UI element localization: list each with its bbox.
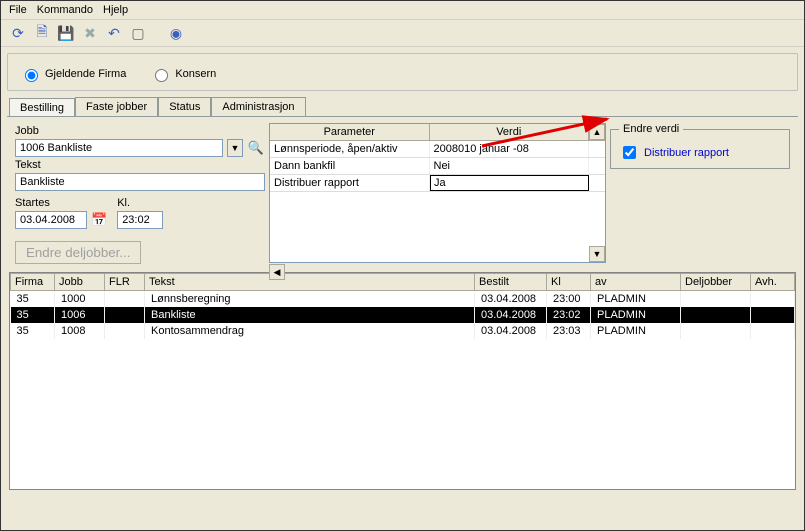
scroll-down-icon[interactable]: ▼ bbox=[589, 246, 605, 262]
table-cell: 1008 bbox=[55, 323, 105, 339]
table-cell bbox=[681, 291, 751, 308]
table-cell: 35 bbox=[11, 307, 55, 323]
grid-empty-area bbox=[10, 339, 795, 489]
table-cell bbox=[751, 323, 795, 339]
document-icon[interactable]: 🗎 bbox=[33, 24, 51, 42]
table-cell bbox=[105, 307, 145, 323]
chevron-down-icon[interactable]: ▼ bbox=[227, 139, 243, 157]
table-cell: PLADMIN bbox=[591, 291, 681, 308]
menu-hjelp[interactable]: Hjelp bbox=[103, 4, 128, 16]
param-cell: Distribuer rapport bbox=[270, 175, 430, 191]
jobs-grid[interactable]: Firma Jobb FLR Tekst Bestilt Kl av Deljo… bbox=[9, 272, 796, 490]
table-cell: 23:03 bbox=[547, 323, 591, 339]
table-cell: PLADMIN bbox=[591, 307, 681, 323]
delete-icon[interactable]: ✖ bbox=[81, 24, 99, 42]
col-firma[interactable]: Firma bbox=[11, 274, 55, 291]
search-icon[interactable]: 🔍 bbox=[247, 139, 265, 157]
menu-kommando[interactable]: Kommando bbox=[37, 4, 93, 16]
table-cell: 03.04.2008 bbox=[475, 307, 547, 323]
table-row[interactable]: 351008 Kontosammendrag03.04.200823:03PLAD… bbox=[11, 323, 795, 339]
distribuer-rapport-checkbox[interactable] bbox=[623, 146, 636, 159]
param-cell: Lønnsperiode, åpen/aktiv bbox=[270, 141, 430, 157]
table-cell bbox=[751, 291, 795, 308]
gjeldende-radio-input[interactable] bbox=[25, 69, 38, 82]
param-value-edit[interactable]: Ja bbox=[430, 175, 589, 191]
gjeldende-firma-radio[interactable]: Gjeldende Firma bbox=[20, 66, 126, 82]
scroll-left-icon[interactable]: ◀ bbox=[269, 264, 285, 280]
menu-file[interactable]: File bbox=[9, 4, 27, 16]
toolbar: ⟳ 🗎 💾 ✖ ↶ ▢ ◉ bbox=[1, 20, 804, 47]
table-cell bbox=[105, 323, 145, 339]
endre-deljobber-button: Endre deljobber... bbox=[15, 241, 141, 264]
tekst-input[interactable] bbox=[15, 173, 265, 191]
konsern-radio[interactable]: Konsern bbox=[150, 66, 216, 82]
table-cell: PLADMIN bbox=[591, 323, 681, 339]
col-bestilt[interactable]: Bestilt bbox=[475, 274, 547, 291]
param-cell: Dann bankfil bbox=[270, 158, 430, 174]
save-icon[interactable]: 💾 bbox=[57, 24, 75, 42]
endre-verdi-legend: Endre verdi bbox=[619, 123, 683, 135]
tab-bestilling[interactable]: Bestilling bbox=[9, 98, 75, 117]
param-panel: Parameter Verdi Lønnsperiode, åpen/aktiv… bbox=[269, 123, 606, 264]
table-cell: 35 bbox=[11, 291, 55, 308]
jobb-label: Jobb bbox=[15, 125, 265, 137]
right-panel: Endre verdi Distribuer rapport bbox=[610, 123, 790, 264]
param-col-verdi: Verdi bbox=[430, 124, 590, 140]
kl-label: Kl. bbox=[117, 197, 163, 209]
tekst-label: Tekst bbox=[15, 159, 265, 171]
tab-administrasjon[interactable]: Administrasjon bbox=[211, 97, 305, 116]
param-row[interactable]: Dann bankfil Nei bbox=[270, 158, 605, 175]
refresh-icon[interactable]: ⟳ bbox=[9, 24, 27, 42]
tabs: Bestilling Faste jobber Status Administr… bbox=[9, 97, 804, 116]
param-value: Nei bbox=[430, 158, 590, 174]
col-tekst[interactable]: Tekst bbox=[145, 274, 475, 291]
param-row[interactable]: Lønnsperiode, åpen/aktiv 2008010 januar … bbox=[270, 141, 605, 158]
table-cell: Lønnsberegning bbox=[145, 291, 475, 308]
table-cell bbox=[751, 307, 795, 323]
table-cell: 35 bbox=[11, 323, 55, 339]
konsern-radio-input[interactable] bbox=[155, 69, 168, 82]
table-cell bbox=[681, 307, 751, 323]
kl-input[interactable] bbox=[117, 211, 163, 229]
konsern-label: Konsern bbox=[175, 68, 216, 80]
table-cell: 03.04.2008 bbox=[475, 323, 547, 339]
col-flr[interactable]: FLR bbox=[105, 274, 145, 291]
col-avh[interactable]: Avh. bbox=[751, 274, 795, 291]
calendar-icon[interactable]: 📅 bbox=[91, 212, 107, 228]
table-cell: Kontosammendrag bbox=[145, 323, 475, 339]
table-cell: 1000 bbox=[55, 291, 105, 308]
table-cell: 1006 bbox=[55, 307, 105, 323]
tab-status[interactable]: Status bbox=[158, 97, 211, 116]
param-col-parameter: Parameter bbox=[270, 124, 430, 140]
col-kl[interactable]: Kl bbox=[547, 274, 591, 291]
startes-input[interactable] bbox=[15, 211, 87, 229]
table-cell bbox=[105, 291, 145, 308]
table-cell: 23:00 bbox=[547, 291, 591, 308]
tab-faste-jobber[interactable]: Faste jobber bbox=[75, 97, 158, 116]
menubar: File Kommando Hjelp bbox=[1, 1, 804, 20]
undo-icon[interactable]: ↶ bbox=[105, 24, 123, 42]
jobb-combo[interactable] bbox=[15, 139, 223, 157]
distribuer-rapport-label: Distribuer rapport bbox=[644, 147, 729, 159]
table-cell: Bankliste bbox=[145, 307, 475, 323]
scroll-up-icon[interactable]: ▲ bbox=[589, 124, 605, 140]
startes-label: Startes bbox=[15, 197, 107, 209]
left-panel: Jobb ▼ 🔍 Tekst Startes 📅 Kl. Endre deljo… bbox=[15, 123, 265, 264]
table-cell: 03.04.2008 bbox=[475, 291, 547, 308]
help-icon[interactable]: ◉ bbox=[167, 24, 185, 42]
col-jobb[interactable]: Jobb bbox=[55, 274, 105, 291]
param-row[interactable]: Distribuer rapport Ja bbox=[270, 175, 605, 192]
table-row[interactable]: 351000 Lønnsberegning03.04.200823:00PLADM… bbox=[11, 291, 795, 308]
table-row[interactable]: 351006 Bankliste03.04.200823:02PLADMIN bbox=[11, 307, 795, 323]
table-cell bbox=[681, 323, 751, 339]
table-cell: 23:02 bbox=[547, 307, 591, 323]
endre-verdi-fieldset: Endre verdi Distribuer rapport bbox=[610, 123, 790, 169]
scope-radio-group: Gjeldende Firma Konsern bbox=[7, 53, 798, 91]
col-deljobber[interactable]: Deljobber bbox=[681, 274, 751, 291]
param-value: 2008010 januar -08 bbox=[430, 141, 590, 157]
gjeldende-label: Gjeldende Firma bbox=[45, 68, 126, 80]
new-icon[interactable]: ▢ bbox=[129, 24, 147, 42]
col-av[interactable]: av bbox=[591, 274, 681, 291]
